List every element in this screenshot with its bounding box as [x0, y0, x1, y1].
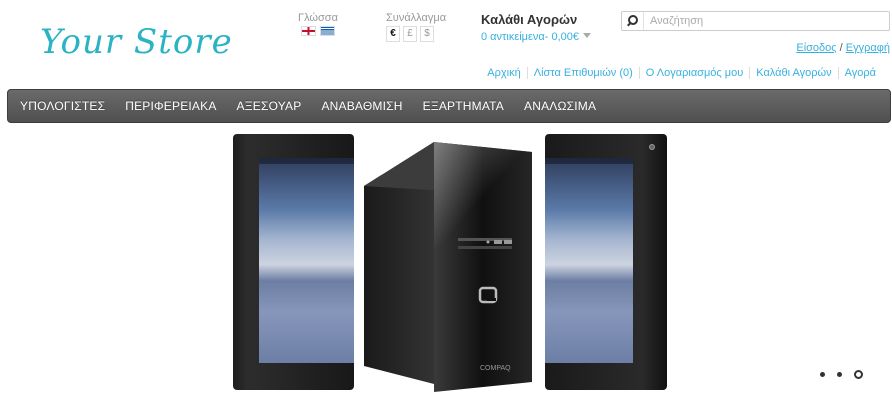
language-label: Γλώσσα	[298, 12, 338, 24]
checkout-link[interactable]: Αγορά	[837, 67, 882, 79]
currency-label: Συνάλλαγμα	[386, 12, 447, 24]
menu-item-consumables[interactable]: ΑΝΑΛΩΣΙΜΑ	[524, 99, 596, 113]
currency-dollar-button[interactable]: $	[420, 26, 434, 42]
main-menu: ΥΠΟΛΟΓΙΣΤΕΣ ΠΕΡΙΦΕΡΕΙΑΚΑ ΑΞΕΣΟΥΑΡ ΑΝΑΒΑΘ…	[7, 89, 891, 123]
desktop-pc-image: COMPAQ	[364, 142, 532, 392]
slide-dot-1[interactable]	[820, 372, 825, 377]
tablet-image	[233, 134, 354, 390]
slide-dot-2[interactable]	[837, 372, 842, 377]
currency-options: € £ $	[386, 26, 446, 42]
menu-item-accessories[interactable]: ΑΞΕΣΟΥΑΡ	[237, 99, 302, 113]
currency-selector: Συνάλλαγμα € £ $	[386, 12, 446, 42]
chevron-down-icon[interactable]	[583, 33, 592, 39]
account-links: Είσοδος / Εγγραφή	[796, 42, 890, 54]
register-link[interactable]: Εγγραφή	[846, 42, 890, 54]
language-flags	[296, 26, 340, 36]
cart-widget[interactable]: Καλάθι Αγορών 0 αντικείμενα- 0,00€	[481, 12, 592, 45]
menu-item-upgrades[interactable]: ΑΝΑΒΑΘΜΙΣΗ	[321, 99, 402, 113]
currency-euro-button[interactable]: €	[386, 26, 400, 42]
cart-summary[interactable]: 0 αντικείμενα- 0,00€	[481, 31, 579, 43]
currency-pound-button[interactable]: £	[403, 26, 417, 42]
svg-text:COMPAQ: COMPAQ	[480, 365, 511, 372]
cart-title: Καλάθι Αγορών	[481, 12, 578, 27]
slideshow[interactable]: COMPAQ	[233, 134, 667, 392]
menu-item-peripherals[interactable]: ΠΕΡΙΦΕΡΕΙΑΚΑ	[125, 99, 216, 113]
search-input[interactable]	[644, 15, 884, 27]
language-selector: Γλώσσα	[296, 12, 340, 36]
my-account-link[interactable]: Ο Λογαριασμός μου	[638, 67, 749, 79]
tablet-image	[545, 134, 667, 390]
tablet-screen	[545, 158, 633, 363]
tablet-screen	[259, 158, 354, 363]
home-link[interactable]: Αρχική	[481, 67, 526, 79]
account-separator: /	[839, 42, 843, 54]
search-icon[interactable]	[622, 12, 644, 30]
menu-item-components[interactable]: ΕΞΑΡΤΗΜΑΤΑ	[423, 99, 504, 113]
store-logo[interactable]: Your Store	[40, 22, 233, 62]
shopping-cart-link[interactable]: Καλάθι Αγορών	[749, 67, 837, 79]
wishlist-link[interactable]: Λίστα Επιθυμιών (0)	[526, 67, 639, 79]
top-links: Αρχική Λίστα Επιθυμιών (0) Ο Λογαριασμός…	[481, 67, 882, 79]
gr-flag-icon[interactable]	[320, 26, 335, 36]
login-link[interactable]: Είσοδος	[796, 42, 836, 54]
gb-flag-icon[interactable]	[301, 26, 316, 36]
slideshow-pagination	[820, 370, 863, 379]
slide-dot-3[interactable]	[854, 370, 863, 379]
search-box	[621, 11, 890, 31]
menu-item-computers[interactable]: ΥΠΟΛΟΓΙΣΤΕΣ	[20, 99, 105, 113]
camera-icon	[649, 144, 655, 150]
